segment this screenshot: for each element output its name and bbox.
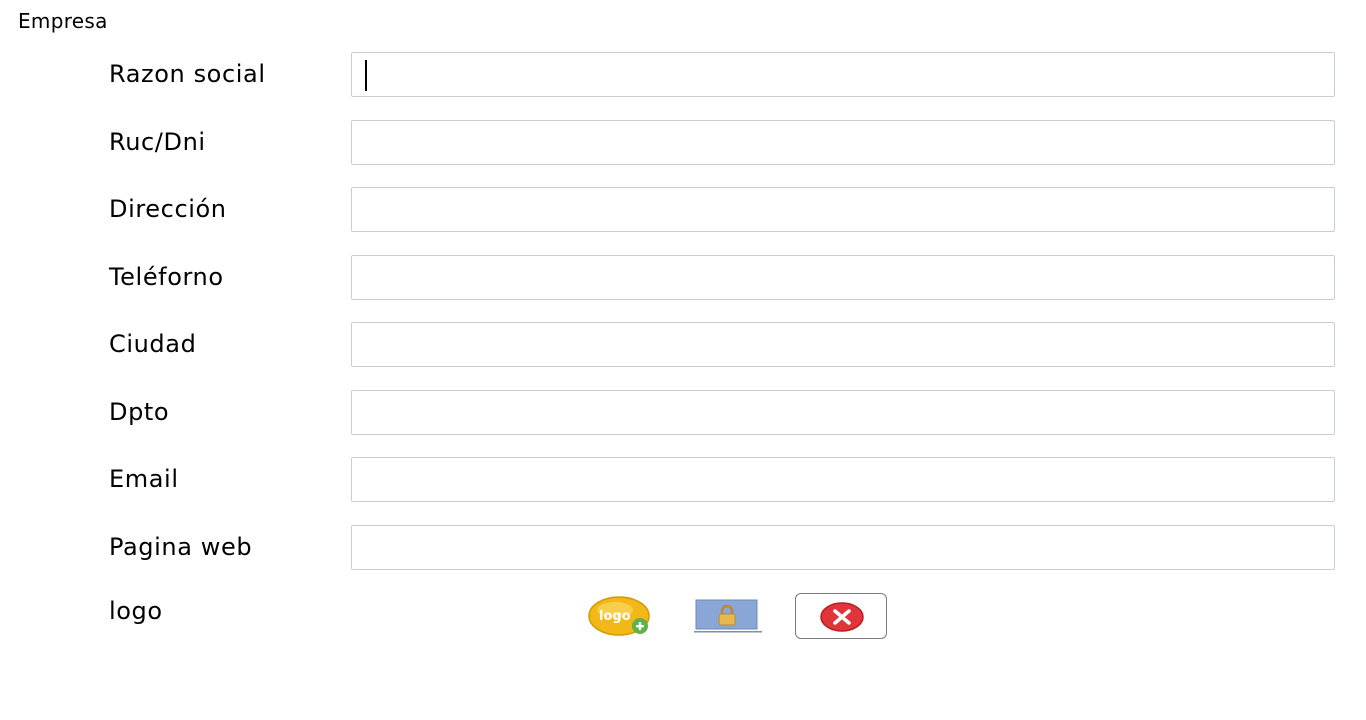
telefono-input[interactable] xyxy=(352,256,1334,299)
ruc-dni-field[interactable] xyxy=(351,120,1335,165)
email-label: Email xyxy=(109,465,179,493)
close-icon xyxy=(820,602,864,632)
empresa-form-page: Empresa Razon social Ruc/Dni Dirección T… xyxy=(0,0,1366,720)
section-title: Empresa xyxy=(18,9,108,33)
direccion-label: Dirección xyxy=(109,195,227,223)
telefono-row: Teléforno xyxy=(0,255,1366,303)
lock-icon[interactable] xyxy=(694,598,762,634)
razon-social-row: Razon social xyxy=(0,52,1366,100)
razon-social-field[interactable] xyxy=(351,52,1335,97)
razon-social-input[interactable] xyxy=(352,53,1334,96)
pagina-web-field[interactable] xyxy=(351,525,1335,570)
email-input[interactable] xyxy=(352,458,1334,501)
ruc-dni-input[interactable] xyxy=(352,121,1334,164)
ciudad-label: Ciudad xyxy=(109,330,197,358)
direccion-input[interactable] xyxy=(352,188,1334,231)
telefono-label: Teléforno xyxy=(109,263,224,291)
svg-text:logo: logo xyxy=(599,609,631,624)
razon-social-label: Razon social xyxy=(109,60,266,88)
ciudad-input[interactable] xyxy=(352,323,1334,366)
dpto-field[interactable] xyxy=(351,390,1335,435)
dpto-row: Dpto xyxy=(0,390,1366,438)
pagina-web-row: Pagina web xyxy=(0,525,1366,573)
ruc-dni-row: Ruc/Dni xyxy=(0,120,1366,168)
pagina-web-input[interactable] xyxy=(352,526,1334,569)
text-cursor xyxy=(365,60,367,91)
ciudad-row: Ciudad xyxy=(0,322,1366,370)
email-field[interactable] xyxy=(351,457,1335,502)
dpto-label: Dpto xyxy=(109,398,170,426)
logo-add-icon[interactable]: logo xyxy=(588,595,652,637)
ciudad-field[interactable] xyxy=(351,322,1335,367)
telefono-field[interactable] xyxy=(351,255,1335,300)
pagina-web-label: Pagina web xyxy=(109,533,253,561)
delete-logo-button[interactable] xyxy=(795,593,887,639)
ruc-dni-label: Ruc/Dni xyxy=(109,128,206,156)
direccion-row: Dirección xyxy=(0,187,1366,235)
dpto-input[interactable] xyxy=(352,391,1334,434)
email-row: Email xyxy=(0,457,1366,505)
direccion-field[interactable] xyxy=(351,187,1335,232)
logo-label: logo xyxy=(109,597,163,625)
